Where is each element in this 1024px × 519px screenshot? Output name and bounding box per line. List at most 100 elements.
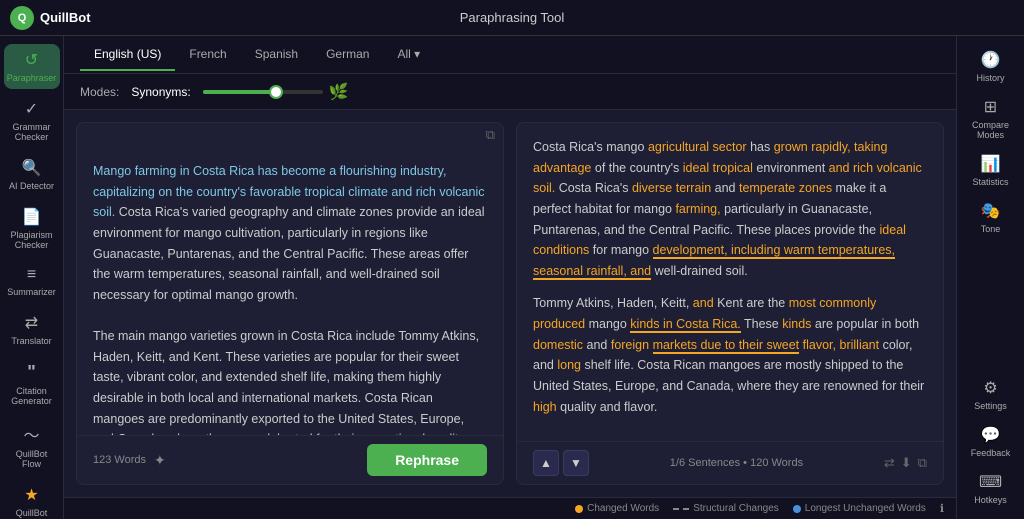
tabs-bar: English (US) French Spanish German All ▾ xyxy=(64,36,956,74)
output-panel-footer: ▲ ▼ 1/6 Sentences • 120 Words ⇄ ⬇ ⧉ xyxy=(517,441,943,484)
tab-french[interactable]: French xyxy=(175,39,240,71)
input-text-body[interactable]: Mango farming in Costa Rica has become a… xyxy=(77,147,503,435)
tool-title: Paraphrasing Tool xyxy=(460,10,565,25)
grammar-icon: ✓ xyxy=(25,99,38,119)
translator-icon: ⇄ xyxy=(25,313,38,333)
out-hl-ideal: ideal tropical xyxy=(683,161,753,175)
legend-unchanged: Longest Unchanged Words xyxy=(793,503,926,514)
output-paragraph-2: Tommy Atkins, Haden, Keitt, and Kent are… xyxy=(533,293,927,417)
right-item-hotkeys[interactable]: ⌨ Hotkeys xyxy=(961,466,1021,511)
left-sidebar: ↺ Paraphraser ✓ Grammar Checker 🔍 AI Det… xyxy=(0,36,64,519)
right-label-statistics: Statistics xyxy=(972,177,1008,187)
flow-icon: 〜 xyxy=(23,422,39,446)
right-label-compare: Compare Modes xyxy=(965,120,1017,140)
compare-modes-icon: ⊞ xyxy=(984,97,997,117)
history-icon: 🕐 xyxy=(981,50,1001,70)
citation-icon: " xyxy=(27,362,36,383)
out-hl-agricultural: agricultural sector xyxy=(648,140,747,154)
synonyms-slider-track[interactable] xyxy=(203,90,323,94)
feedback-icon: 💬 xyxy=(981,425,1001,445)
tone-icon: 🎭 xyxy=(981,201,1001,221)
next-sentence-button[interactable]: ▼ xyxy=(563,450,589,476)
logo-icon: Q xyxy=(10,6,34,30)
out-hl-kinds2: kinds xyxy=(782,317,811,331)
legend-changed-words: Changed Words xyxy=(575,503,659,514)
statistics-icon: 📊 xyxy=(981,154,1001,174)
legend-bar: Changed Words Structural Changes Longest… xyxy=(64,497,956,519)
out-hl-diverse: diverse terrain xyxy=(632,181,711,195)
out-hl-foreign: foreign xyxy=(611,338,649,352)
right-label-hotkeys: Hotkeys xyxy=(974,495,1007,505)
nav-arrows: ▲ ▼ xyxy=(533,450,589,476)
tab-german[interactable]: German xyxy=(312,39,383,71)
out-hl-high: high xyxy=(533,400,557,414)
input-word-count: 123 Words xyxy=(93,454,146,466)
panels-container: ⧉ Mango farming in Costa Rica has become… xyxy=(64,110,956,497)
legend-info-button[interactable]: ℹ xyxy=(940,502,944,515)
legend-structural-label: Structural Changes xyxy=(693,503,779,514)
logo-text: QuillBot xyxy=(40,10,91,25)
input-panel-footer: 123 Words ✦ Rephrase xyxy=(77,435,503,484)
sidebar-item-citation[interactable]: " Citation Generator xyxy=(4,356,60,412)
compare-button[interactable]: ⇄ xyxy=(884,455,895,471)
unchanged-dot xyxy=(793,505,801,513)
right-label-settings: Settings xyxy=(974,401,1007,411)
prev-sentence-button[interactable]: ▲ xyxy=(533,450,559,476)
tab-spanish[interactable]: Spanish xyxy=(241,39,312,71)
input-panel: ⧉ Mango farming in Costa Rica has become… xyxy=(76,122,504,485)
sidebar-label-flow: QuillBot Flow xyxy=(8,449,56,469)
right-label-history: History xyxy=(976,73,1004,83)
modes-label: Modes: xyxy=(80,85,119,99)
download-button[interactable]: ⬇ xyxy=(901,455,912,471)
right-item-feedback[interactable]: 💬 Feedback xyxy=(961,419,1021,464)
input-panel-header: ⧉ xyxy=(77,123,503,147)
sidebar-item-grammar[interactable]: ✓ Grammar Checker xyxy=(4,93,60,148)
plagiarism-icon: 📄 xyxy=(22,207,42,227)
output-paragraph-1: Costa Rica's mango agricultural sector h… xyxy=(533,137,927,281)
out-hl-and: and xyxy=(693,296,714,310)
slider-fill xyxy=(203,90,275,94)
right-item-tone[interactable]: 🎭 Tone xyxy=(961,195,1021,240)
out-hl-temperate: temperate zones xyxy=(739,181,832,195)
copy-output-button[interactable]: ⧉ xyxy=(918,455,927,471)
right-item-settings[interactable]: ⚙ Settings xyxy=(961,372,1021,417)
sidebar-item-plagiarism[interactable]: 📄 Plagiarism Checker xyxy=(4,201,60,256)
output-panel: Costa Rica's mango agricultural sector h… xyxy=(516,122,944,485)
output-actions: ⇄ ⬇ ⧉ xyxy=(884,455,927,471)
sidebar-item-premium[interactable]: ★ QuillBot Premium xyxy=(4,479,60,519)
sidebar-label-grammar: Grammar Checker xyxy=(8,122,56,142)
output-text-body: Costa Rica's mango agricultural sector h… xyxy=(517,123,943,441)
input-copy-button[interactable]: ⧉ xyxy=(486,127,495,143)
hotkeys-icon: ⌨ xyxy=(979,472,1002,492)
out-hl-markets: markets due to their sweet xyxy=(653,338,800,354)
out-hl-domestic: domestic xyxy=(533,338,583,352)
rephrase-button[interactable]: Rephrase xyxy=(367,444,487,476)
synonyms-mode[interactable]: Synonyms: xyxy=(131,85,190,99)
sidebar-item-translator[interactable]: ⇄ Translator xyxy=(4,307,60,352)
tab-all[interactable]: All ▾ xyxy=(383,39,434,71)
synonyms-slider-container: 🌿 xyxy=(203,82,349,102)
sidebar-item-ai-detector[interactable]: 🔍 AI Detector xyxy=(4,152,60,197)
sentence-info: 1/6 Sentences • 120 Words xyxy=(670,457,803,469)
out-hl-kinds: kinds in Costa Rica. xyxy=(630,317,740,333)
changed-words-dot xyxy=(575,505,583,513)
legend-structural: Structural Changes xyxy=(673,503,779,514)
sidebar-label-paraphraser: Paraphraser xyxy=(7,73,57,83)
right-label-tone: Tone xyxy=(981,224,1001,234)
right-item-statistics[interactable]: 📊 Statistics xyxy=(961,148,1021,193)
slider-thumb[interactable] xyxy=(269,85,283,99)
sidebar-item-flow[interactable]: 〜 QuillBot Flow xyxy=(4,416,60,475)
right-sidebar: 🕐 History ⊞ Compare Modes 📊 Statistics 🎭… xyxy=(956,36,1024,519)
settings-icon: ⚙ xyxy=(983,378,997,398)
sidebar-item-paraphraser[interactable]: ↺ Paraphraser xyxy=(4,44,60,89)
right-item-compare[interactable]: ⊞ Compare Modes xyxy=(961,91,1021,146)
sidebar-label-translator: Translator xyxy=(11,336,51,346)
logo: Q QuillBot xyxy=(10,6,91,30)
modes-bar: Modes: Synonyms: 🌿 xyxy=(64,74,956,110)
tab-english[interactable]: English (US) xyxy=(80,39,175,71)
content-area: English (US) French Spanish German All ▾… xyxy=(64,36,956,519)
sidebar-item-summarizer[interactable]: ≡ Summarizer xyxy=(4,260,60,303)
out-hl-farming: farming, xyxy=(675,202,720,216)
sidebar-label-summarizer: Summarizer xyxy=(7,287,56,297)
right-item-history[interactable]: 🕐 History xyxy=(961,44,1021,89)
